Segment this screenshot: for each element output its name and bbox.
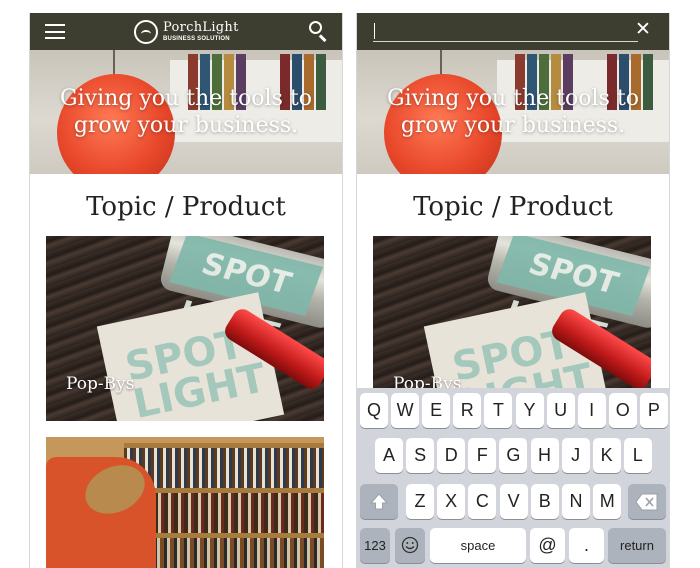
period-key[interactable]: . (569, 528, 604, 563)
backspace-icon (635, 493, 658, 511)
key-s[interactable]: S (406, 438, 435, 473)
porchlight-logo[interactable]: PorchLight BUSINESS SOLUTION (134, 17, 239, 46)
key-w[interactable]: W (391, 393, 420, 428)
search-icon[interactable] (309, 21, 329, 42)
key-z[interactable]: Z (406, 484, 434, 519)
emoji-icon (401, 536, 419, 554)
return-key[interactable]: return (608, 528, 666, 563)
key-v[interactable]: V (499, 484, 528, 519)
key-k[interactable]: K (592, 438, 621, 473)
key-j[interactable]: J (561, 438, 590, 473)
key-c[interactable]: C (468, 484, 497, 519)
logo-tagline: BUSINESS SOLUTION (163, 36, 230, 42)
key-l[interactable]: L (623, 438, 652, 473)
key-m[interactable]: M (593, 484, 622, 519)
key-x[interactable]: X (437, 484, 466, 519)
site-header: ✕ (357, 13, 669, 50)
key-n[interactable]: N (562, 484, 590, 519)
logo-name: PorchLight (163, 20, 239, 35)
phone-screen-search: ✕ Giving you the tools to grow your busi… (356, 13, 670, 568)
key-t[interactable]: T (484, 393, 513, 428)
numbers-key[interactable]: 123 (360, 528, 390, 563)
emoji-key[interactable] (395, 528, 425, 563)
key-q[interactable]: Q (360, 393, 388, 428)
key-r[interactable]: R (453, 393, 482, 428)
on-screen-keyboard: 123 space @ . return QWERTYUIOP ASDFGHJKL… (357, 388, 669, 568)
key-u[interactable]: U (546, 393, 575, 428)
key-p[interactable]: P (639, 393, 668, 428)
hero-banner: Giving you the tools to grow your busine… (30, 50, 342, 174)
key-b[interactable]: B (530, 484, 559, 519)
key-e[interactable]: E (422, 393, 451, 428)
shift-arrow-icon (369, 493, 389, 510)
hero-title: Giving you the tools to grow your busine… (387, 86, 639, 138)
hamburger-menu-icon[interactable] (45, 24, 65, 39)
key-o[interactable]: O (608, 393, 637, 428)
key-g[interactable]: G (499, 438, 528, 473)
lamp-logo-icon (134, 19, 158, 44)
key-h[interactable]: H (530, 438, 559, 473)
site-header: PorchLight BUSINESS SOLUTION (30, 13, 342, 50)
key-i[interactable]: I (577, 393, 606, 428)
card-label: Pop-Bys (66, 374, 135, 394)
section-title: Topic / Product (86, 192, 286, 222)
search-input[interactable] (373, 21, 638, 42)
section-title: Topic / Product (413, 192, 613, 222)
space-key[interactable]: space (430, 528, 526, 563)
key-y[interactable]: Y (515, 393, 544, 428)
topic-card-pop-bys[interactable]: SPOT LIGHT SPOT LIGHT Pop-Bys (46, 236, 324, 421)
key-a[interactable]: A (375, 438, 403, 473)
backspace-key[interactable] (628, 484, 666, 519)
key-d[interactable]: D (437, 438, 466, 473)
phone-screen-default: PorchLight BUSINESS SOLUTION Giving you … (29, 13, 343, 568)
at-key[interactable]: @ (530, 528, 565, 563)
hero-title: Giving you the tools to grow your busine… (60, 86, 312, 138)
key-f[interactable]: F (468, 438, 497, 473)
text-cursor (374, 23, 375, 39)
topic-card-books[interactable] (46, 437, 324, 568)
hero-banner: Giving you the tools to grow your busine… (357, 50, 669, 174)
close-icon[interactable]: ✕ (634, 18, 652, 40)
shift-key[interactable] (360, 484, 398, 519)
